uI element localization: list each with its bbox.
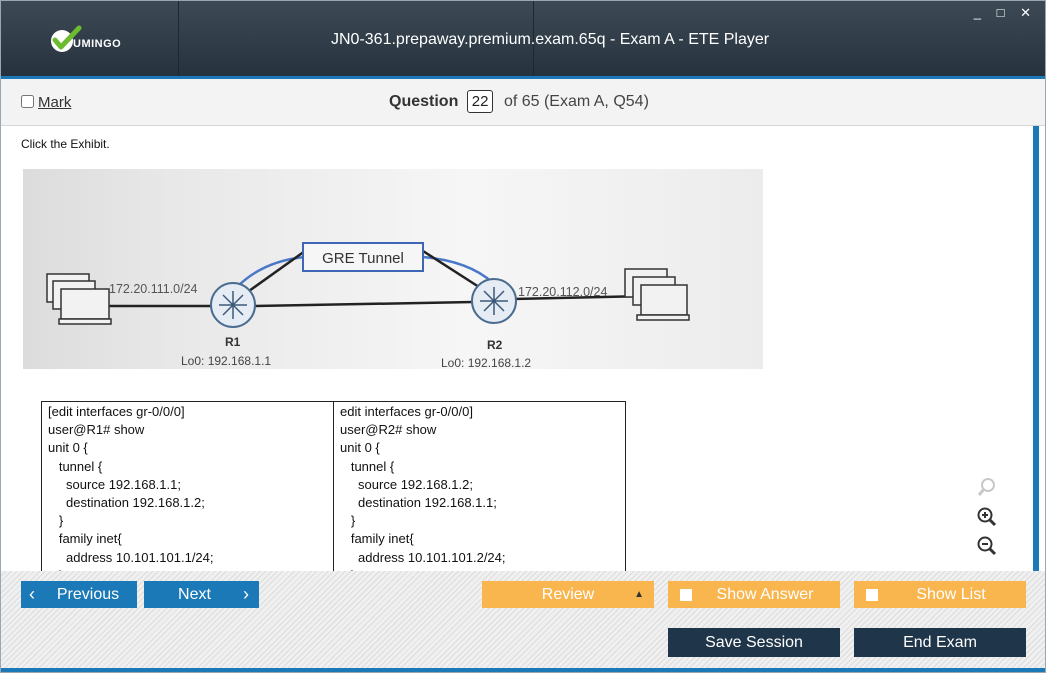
router-r2-icon <box>471 278 517 324</box>
footer-bottom-border <box>1 668 1045 672</box>
show-answer-label: Show Answer <box>716 586 814 603</box>
router-r1-icon <box>210 282 256 328</box>
window-controls[interactable]: _ □ ✕ <box>974 5 1037 21</box>
r2-name-label: R2 <box>487 338 503 352</box>
question-label: Question <box>389 93 459 110</box>
caret-up-icon: ▲ <box>634 589 644 600</box>
config-line: tunnel { <box>340 458 395 474</box>
config-line: unit 0 { <box>48 440 88 456</box>
window-title: JN0-361.prepaway.premium.exam.65q - Exam… <box>331 31 770 48</box>
previous-button[interactable]: ‹ Previous <box>21 581 137 608</box>
config-table: [edit interfaces gr-0/0/0] user@R1# show… <box>41 400 626 571</box>
config-line: user@R2# show <box>340 422 437 438</box>
exhibit-diagram: GRE Tunnel 172.20.111.0/24 172.20.112.0/… <box>46 242 690 370</box>
exam-window: UMINGO JN0-361.prepaway.premium.exam.65q… <box>0 0 1046 673</box>
config-line: [edit interfaces gr-0/0/0] <box>48 404 185 419</box>
config-line: family inet{ <box>340 531 414 547</box>
mark-checkbox[interactable]: Mark <box>21 94 71 111</box>
question-content: Click the Exhibit. GRE Tunnel 172.20.111… <box>1 126 1045 571</box>
r1-name-label: R1 <box>225 335 241 349</box>
next-button[interactable]: Next › <box>144 581 259 608</box>
config-line: } <box>48 513 64 529</box>
config-line: unit 0 { <box>340 440 380 456</box>
title-bar: UMINGO JN0-361.prepaway.premium.exam.65q… <box>1 1 1045 79</box>
mark-checkbox-input[interactable] <box>21 95 34 108</box>
review-label: Review <box>541 586 595 603</box>
config-line: destination 192.168.1.1; <box>340 495 497 511</box>
left-computers-icon <box>46 273 112 325</box>
config-line: source 192.168.1.2; <box>340 476 473 492</box>
question-of-text: of 65 (Exam A, Q54) <box>503 93 649 110</box>
logo-text: UMINGO <box>73 38 122 50</box>
r1-config-cell: [edit interfaces gr-0/0/0] user@R1# show… <box>41 400 334 571</box>
show-list-checkbox[interactable] <box>866 589 878 601</box>
zoom-out-icon[interactable] <box>975 535 999 559</box>
config-line: address 10.101.101.2/24; <box>340 549 506 565</box>
r2-lo0-label: Lo0: 192.168.1.2 <box>441 356 531 369</box>
r1-lo0-label: Lo0: 192.168.1.1 <box>181 354 271 368</box>
config-row: [edit interfaces gr-0/0/0] user@R1# show… <box>41 400 626 571</box>
footer-toolbar: ‹ Previous Next › Review ▲ Show Answer S… <box>1 571 1045 672</box>
config-line: address 10.101.101.1/24; <box>48 549 214 565</box>
tunnel-curve-right <box>422 255 494 284</box>
content-scrollbar[interactable] <box>1033 126 1039 571</box>
show-answer-checkbox[interactable] <box>680 589 692 601</box>
config-line: source 192.168.1.1; <box>48 476 181 492</box>
config-line: destination 192.168.1.2; <box>48 495 205 511</box>
show-list-button[interactable]: Show List <box>854 581 1026 608</box>
config-line: tunnel { <box>48 458 103 474</box>
end-exam-button[interactable]: End Exam <box>854 628 1026 657</box>
config-line: user@R1# show <box>48 422 145 438</box>
show-answer-button[interactable]: Show Answer <box>668 581 840 608</box>
question-bar: Mark Question 22 of 65 (Exam A, Q54) <box>1 79 1045 126</box>
r2-config-cell: edit interfaces gr-0/0/0] user@R2# show … <box>333 400 626 571</box>
config-line: edit interfaces gr-0/0/0] <box>340 404 473 419</box>
config-line: } <box>340 513 356 529</box>
chevron-left-icon: ‹ <box>29 584 35 604</box>
r2-subnet-label: 172.20.112.0/24 <box>518 285 607 299</box>
zoom-in-icon[interactable] <box>975 506 999 530</box>
logo-area: UMINGO <box>1 1 178 76</box>
r1-subnet-label: 172.20.111.0/24 <box>109 282 198 296</box>
question-info: Question 22 of 65 (Exam A, Q54) <box>389 90 649 113</box>
question-prompt: Click the Exhibit. <box>21 137 110 151</box>
question-number-box[interactable]: 22 <box>466 90 494 113</box>
right-computers-icon <box>624 268 690 321</box>
zoom-reset-icon[interactable] <box>975 476 999 500</box>
mark-label: Mark <box>38 94 72 111</box>
network-exhibit-image: GRE Tunnel 172.20.111.0/24 172.20.112.0/… <box>23 169 763 370</box>
tunnel-curve-left <box>236 255 306 288</box>
review-button[interactable]: Review ▲ <box>482 581 654 608</box>
gre-tunnel-label: GRE Tunnel <box>322 250 404 267</box>
chevron-right-icon: › <box>243 584 249 604</box>
save-session-button[interactable]: Save Session <box>668 628 840 657</box>
next-label: Next <box>178 586 211 603</box>
show-list-label: Show List <box>916 586 986 603</box>
previous-label: Previous <box>56 586 120 603</box>
config-line: family inet{ <box>48 531 122 547</box>
r1-r2-link <box>254 300 474 308</box>
